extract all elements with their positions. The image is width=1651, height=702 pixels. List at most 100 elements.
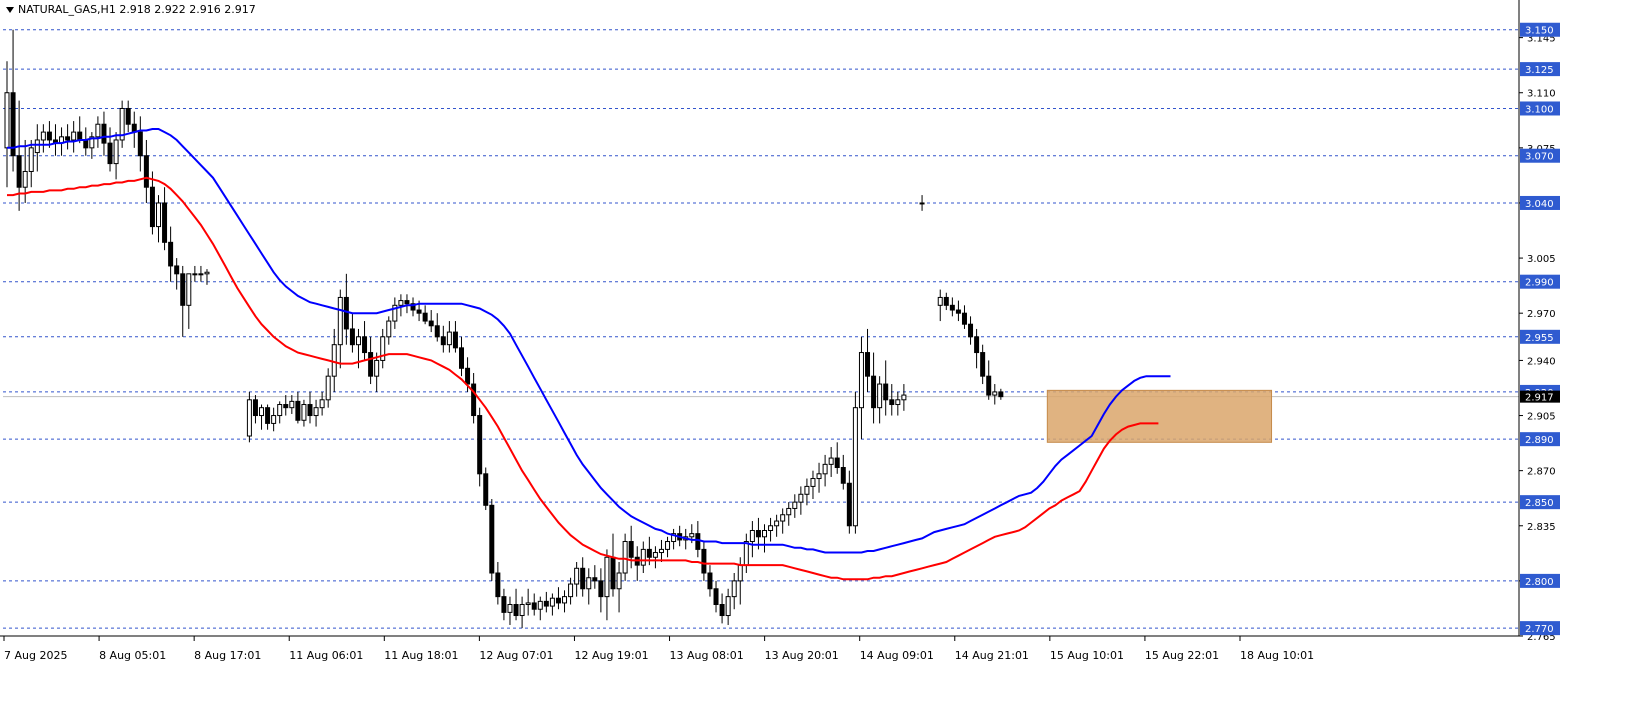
candle <box>549 593 555 616</box>
candle-body-bull <box>786 507 792 516</box>
candle <box>192 265 198 282</box>
candle <box>149 171 155 235</box>
x-tick-label: 14 Aug 21:01 <box>955 649 1029 662</box>
candle <box>895 391 901 416</box>
x-tick-label: 13 Aug 08:01 <box>670 649 744 662</box>
level-label: 2.800 <box>1520 573 1560 588</box>
candle-body-bull <box>374 359 380 377</box>
candle <box>804 478 810 506</box>
candle-body-bear <box>252 399 258 417</box>
candle <box>446 321 452 353</box>
candle <box>313 399 319 427</box>
candle-body-bear <box>440 336 446 346</box>
candle <box>4 61 10 188</box>
candle-body-bull <box>355 336 361 346</box>
candle-body-bear <box>137 131 143 157</box>
candle-body-bull <box>4 92 10 149</box>
candle <box>404 294 410 314</box>
candle-body-bear <box>646 548 652 558</box>
candle <box>186 273 192 329</box>
candle-body-bull <box>156 202 161 228</box>
candle-body-bear <box>452 331 458 349</box>
candle-body-bear <box>343 296 349 330</box>
x-tick-label: 8 Aug 05:01 <box>99 649 166 662</box>
candle <box>10 29 16 172</box>
candle-body-bull <box>792 501 798 509</box>
candle-body-bear <box>10 92 16 157</box>
candle <box>543 591 549 613</box>
candle <box>392 297 398 329</box>
candle <box>477 407 483 487</box>
candle <box>822 454 828 487</box>
candle <box>28 139 34 188</box>
candle <box>943 292 949 311</box>
candle <box>301 399 307 427</box>
candle <box>162 187 168 251</box>
price-chart[interactable]: 3.1453.1103.0753.0403.0052.9702.9402.905… <box>0 0 1651 702</box>
level-label-text: 2.850 <box>1525 498 1554 509</box>
candle-body-bull <box>446 331 452 346</box>
candle-body-bull <box>525 602 531 606</box>
candle-body-bear <box>77 131 83 141</box>
candle <box>434 313 440 342</box>
candle <box>955 300 961 322</box>
candle-body-bull <box>277 404 283 417</box>
candle <box>786 502 792 526</box>
candle-body-bear <box>368 352 374 377</box>
candle <box>507 596 513 625</box>
y-tick-label: 3.005 <box>1527 254 1556 265</box>
candle-body-bear <box>998 391 1004 398</box>
candle-body-bull <box>652 552 658 558</box>
candle <box>349 313 355 353</box>
candle-body-bear <box>107 142 113 165</box>
level-label: 3.150 <box>1520 22 1560 37</box>
candle <box>871 352 877 424</box>
candle <box>180 265 186 337</box>
candle-body-bear <box>434 325 440 338</box>
candle-body-bull <box>895 399 901 406</box>
candle-body-bear <box>416 309 422 314</box>
candle <box>828 447 834 477</box>
candle-body-bear <box>555 597 561 604</box>
time-axis[interactable]: 7 Aug 2025 8 Aug 05:01 8 Aug 17:01 11 Aug 0… <box>3 636 1314 662</box>
candle-body-bull <box>768 525 774 531</box>
supply-demand-zone[interactable] <box>1046 389 1273 443</box>
candle <box>937 289 943 322</box>
candle <box>119 100 125 148</box>
candle <box>731 573 737 610</box>
candle <box>652 546 658 569</box>
chevron-down-icon[interactable] <box>6 7 14 13</box>
candle-body-bear <box>701 548 707 574</box>
level-label: 2.990 <box>1520 274 1560 289</box>
candle-body-bear <box>428 320 434 327</box>
candle-body-bull <box>537 600 543 610</box>
candle-body-bear <box>349 328 355 346</box>
level-label-text: 2.990 <box>1525 278 1554 289</box>
candle <box>634 546 640 581</box>
level-label: 3.100 <box>1520 101 1560 116</box>
candle <box>701 541 707 581</box>
candle <box>137 116 143 172</box>
candle-body-bear <box>834 457 840 469</box>
symbol-header[interactable]: NATURAL_GAS,H1 2.918 2.922 2.916 2.917 <box>6 3 256 16</box>
candle-body-bull <box>877 383 883 409</box>
x-tick-label: 15 Aug 22:01 <box>1145 649 1219 662</box>
candle <box>343 273 349 345</box>
candle <box>798 486 804 515</box>
candle-body-bull <box>689 533 695 538</box>
candle-body-bull <box>731 580 737 598</box>
candle-body-bull <box>574 567 580 585</box>
candle-body-bull <box>622 541 628 574</box>
candle <box>707 565 713 597</box>
candle-body-bull <box>780 514 786 522</box>
current-price-marker: 2.917 <box>1520 390 1560 404</box>
candle <box>331 328 337 392</box>
candle <box>501 588 507 621</box>
candle-body-bull <box>40 131 46 141</box>
level-label: 3.125 <box>1520 62 1560 77</box>
candle <box>386 316 392 345</box>
candle <box>719 593 725 624</box>
candle <box>640 541 646 574</box>
y-tick-label: 2.970 <box>1527 309 1556 320</box>
candle <box>901 384 907 411</box>
